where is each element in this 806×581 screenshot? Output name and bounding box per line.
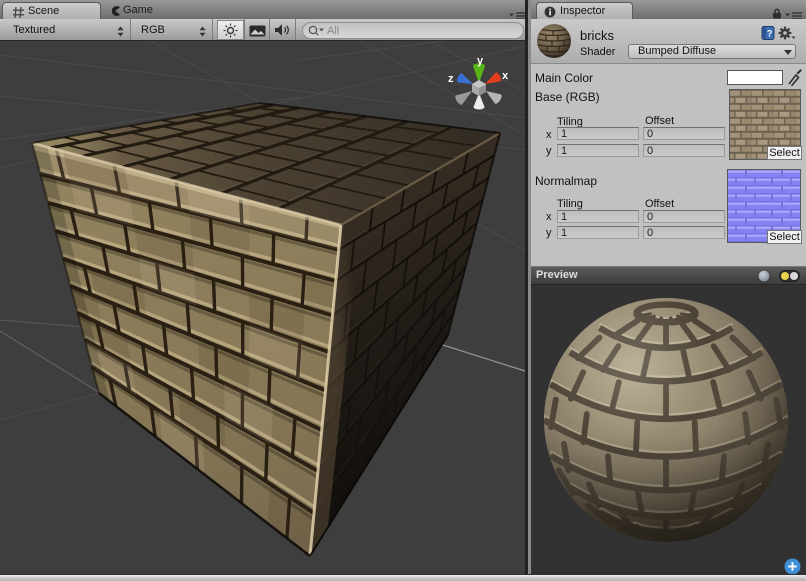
svg-text:z: z [448,73,454,85]
svg-text:x: x [502,70,509,82]
svg-text:?: ? [767,29,773,39]
svg-text:y: y [477,55,484,67]
